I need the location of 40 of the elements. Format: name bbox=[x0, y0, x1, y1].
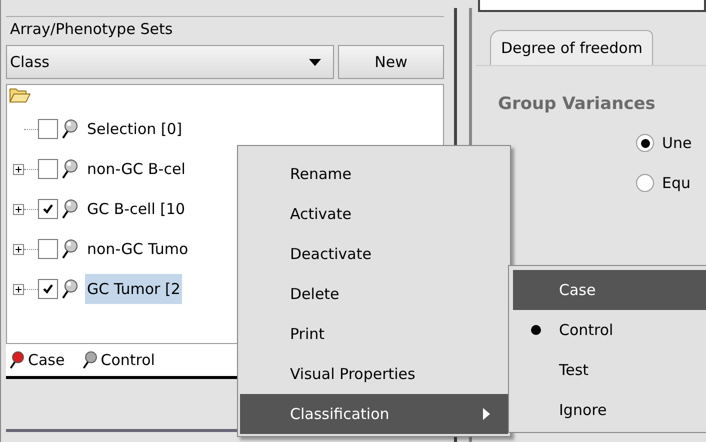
menu-item[interactable]: Delete bbox=[240, 274, 508, 314]
legend-label: Control bbox=[100, 351, 155, 369]
menu-item[interactable]: Ignore bbox=[513, 390, 706, 430]
tree-item[interactable]: GC B-cell [10 bbox=[85, 194, 188, 224]
menu-item[interactable]: Deactivate bbox=[240, 234, 508, 274]
checkmark-icon bbox=[41, 202, 55, 216]
section-title: Group Variances bbox=[498, 94, 656, 114]
menu-item[interactable]: Print bbox=[240, 314, 508, 354]
radio-label: Equ bbox=[662, 174, 691, 192]
tree-item[interactable]: GC Tumor [2 bbox=[85, 274, 182, 304]
menu-item[interactable]: Activate bbox=[240, 194, 508, 234]
caret-icon bbox=[309, 58, 321, 66]
tree-item[interactable]: non-GC Tumo bbox=[85, 234, 190, 264]
radio-button[interactable] bbox=[636, 174, 654, 192]
expand-icon[interactable] bbox=[13, 244, 24, 254]
expand-icon[interactable] bbox=[13, 164, 24, 174]
panel-title: Array/Phenotype Sets bbox=[6, 16, 444, 41]
checkbox[interactable] bbox=[38, 119, 58, 139]
tab[interactable]: Degree of freedom bbox=[490, 30, 654, 65]
menu-item[interactable]: Rename bbox=[240, 154, 508, 194]
tree-item[interactable]: Selection [0] bbox=[85, 114, 184, 144]
menu-item[interactable]: Case bbox=[513, 270, 706, 310]
checkmark-icon bbox=[41, 282, 55, 296]
checkbox[interactable] bbox=[38, 239, 58, 259]
menu-item[interactable]: Classification bbox=[240, 394, 508, 434]
tree-item[interactable]: non-GC B-cel bbox=[85, 154, 188, 184]
new-button[interactable]: New bbox=[338, 45, 444, 79]
menu-item[interactable]: Control bbox=[513, 310, 706, 350]
checkbox[interactable] bbox=[38, 159, 58, 179]
checkbox[interactable] bbox=[38, 199, 58, 219]
open-folder-icon bbox=[9, 87, 31, 103]
radio-label: Une bbox=[662, 134, 692, 152]
menu-item[interactable]: Test bbox=[513, 350, 706, 390]
menu-item[interactable]: Visual Properties bbox=[240, 354, 508, 394]
checkbox[interactable] bbox=[38, 279, 58, 299]
radio-button[interactable] bbox=[636, 134, 654, 152]
expand-icon[interactable] bbox=[13, 284, 24, 294]
class-dropdown[interactable]: Class bbox=[6, 45, 334, 79]
legend-label: Case bbox=[28, 351, 65, 369]
expand-icon[interactable] bbox=[13, 204, 24, 214]
